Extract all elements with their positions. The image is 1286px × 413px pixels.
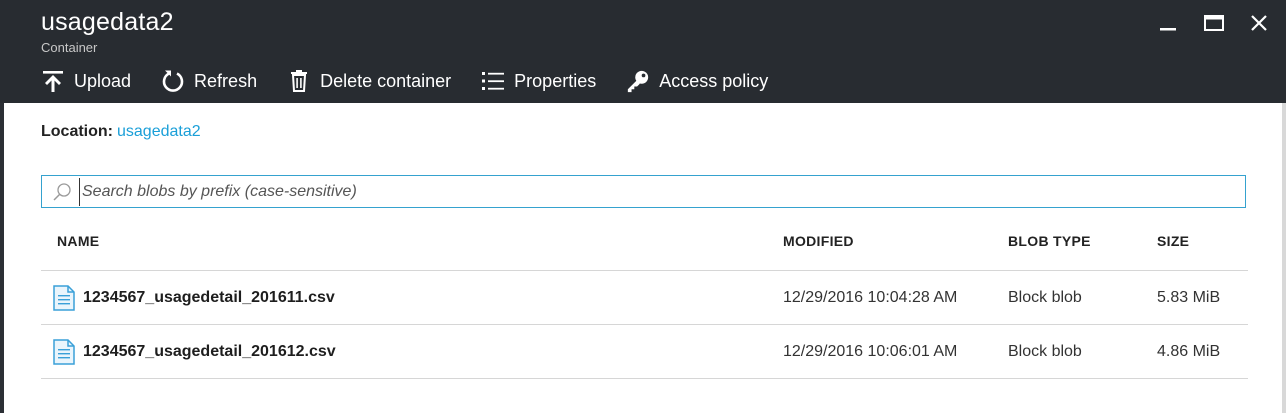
table-row[interactable]: 1234567_usagedetail_201611.csv 12/29/201… <box>41 271 1248 325</box>
properties-label: Properties <box>514 70 597 91</box>
refresh-button[interactable]: Refresh <box>161 69 257 93</box>
file-icon <box>53 285 75 311</box>
location-label: Location: <box>41 123 113 140</box>
search-input[interactable] <box>79 177 1245 206</box>
blob-modified: 12/29/2016 10:04:28 AM <box>783 289 958 306</box>
upload-label: Upload <box>74 70 132 91</box>
blade-title: usagedata2 <box>41 8 174 36</box>
blob-name: 1234567_usagedetail_201611.csv <box>83 289 335 306</box>
delete-container-button[interactable]: Delete container <box>287 69 451 93</box>
access-policy-label: Access policy <box>659 70 769 91</box>
table-header: NAME MODIFIED BLOB TYPE SIZE <box>41 223 1248 271</box>
properties-button[interactable]: Properties <box>481 69 596 93</box>
blade-header: usagedata2 Container Upload Refresh Dele… <box>0 0 1286 103</box>
column-header-blob-type[interactable]: BLOB TYPE <box>1008 233 1091 249</box>
blob-type: Block blob <box>1008 289 1082 306</box>
close-icon <box>1251 15 1267 31</box>
maximize-icon <box>1204 15 1224 31</box>
blob-table: NAME MODIFIED BLOB TYPE SIZE 1234567_usa… <box>41 223 1248 379</box>
blade-left-edge <box>0 103 4 413</box>
refresh-icon <box>161 69 185 93</box>
blob-type: Block blob <box>1008 343 1082 360</box>
command-bar: Upload Refresh Delete container Properti… <box>41 66 798 96</box>
minimize-icon <box>1160 28 1176 31</box>
trash-icon <box>287 69 311 93</box>
blob-name: 1234567_usagedetail_201612.csv <box>83 343 336 360</box>
blade-subtitle: Container <box>41 40 98 55</box>
location-line: Location: usagedata2 <box>41 123 201 141</box>
blob-size: 4.86 MiB <box>1157 343 1221 360</box>
column-header-name[interactable]: NAME <box>57 233 99 249</box>
column-header-size[interactable]: SIZE <box>1157 233 1189 249</box>
file-icon <box>53 339 75 365</box>
key-icon <box>626 69 650 93</box>
blob-size: 5.83 MiB <box>1157 289 1221 306</box>
upload-button[interactable]: Upload <box>41 69 131 93</box>
minimize-button[interactable] <box>1154 10 1182 36</box>
column-header-modified[interactable]: MODIFIED <box>783 233 854 249</box>
close-button[interactable] <box>1245 10 1273 36</box>
table-row[interactable]: 1234567_usagedetail_201612.csv 12/29/201… <box>41 325 1248 379</box>
access-policy-button[interactable]: Access policy <box>626 69 768 93</box>
search-icon <box>51 181 73 203</box>
refresh-label: Refresh <box>194 70 258 91</box>
delete-container-label: Delete container <box>320 70 452 91</box>
search-box <box>41 175 1246 208</box>
blob-modified: 12/29/2016 10:06:01 AM <box>783 343 958 360</box>
maximize-button[interactable] <box>1200 10 1228 36</box>
blade-scrollbar-track[interactable] <box>1282 103 1286 413</box>
list-icon <box>481 69 505 93</box>
upload-icon <box>41 69 65 93</box>
location-link[interactable]: usagedata2 <box>117 123 201 140</box>
